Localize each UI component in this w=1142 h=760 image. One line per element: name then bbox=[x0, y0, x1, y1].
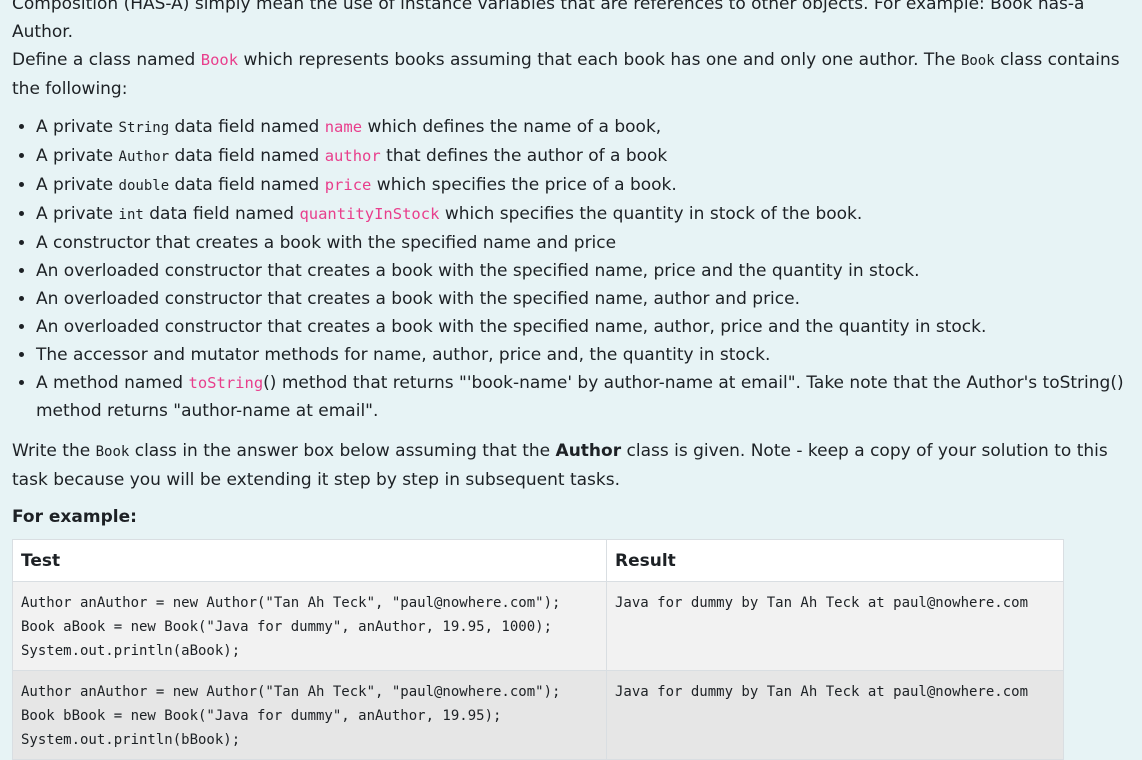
intro-line1: Composition (HAS-A) simply mean the use … bbox=[12, 0, 1085, 42]
examples-table: Test Result Author anAuthor = new Author… bbox=[12, 539, 1064, 760]
instructions-paragraph: Write the Book class in the answer box b… bbox=[12, 441, 1108, 490]
table-header-row: Test Result bbox=[12, 539, 1064, 582]
result-cell: Java for dummy by Tan Ah Teck at paul@no… bbox=[606, 670, 1064, 760]
list-item: The accessor and mutator methods for nam… bbox=[36, 341, 1128, 369]
method-code: toString bbox=[188, 374, 264, 392]
test-column-header: Test bbox=[12, 539, 607, 582]
result-cell: Java for dummy by Tan Ah Teck at paul@no… bbox=[606, 581, 1064, 671]
list-item: An overloaded constructor that creates a… bbox=[36, 257, 1128, 285]
list-item: A constructor that creates a book with t… bbox=[36, 229, 1128, 257]
class-name-code: Book bbox=[200, 51, 239, 69]
field-code: price bbox=[324, 176, 372, 194]
type-code: double bbox=[118, 178, 170, 194]
type-code: int bbox=[118, 207, 144, 223]
example-title: For example: bbox=[12, 507, 137, 527]
test-code-cell: Author anAuthor = new Author("Tan Ah Tec… bbox=[12, 581, 607, 671]
list-item: An overloaded constructor that creates a… bbox=[36, 285, 1128, 313]
list-item: A private double data field named price … bbox=[36, 171, 1128, 200]
question-content: Composition (HAS-A) simply mean the use … bbox=[12, 0, 1128, 760]
list-item: A method named toString() method that re… bbox=[36, 369, 1128, 425]
class-name-code: Book bbox=[95, 444, 130, 460]
type-code: String bbox=[118, 120, 170, 136]
class-name-code: Book bbox=[960, 53, 995, 69]
field-code: quantityInStock bbox=[299, 205, 440, 223]
list-item: A private int data field named quantityI… bbox=[36, 200, 1128, 229]
author-class-bold: Author bbox=[555, 441, 622, 461]
test-code-cell: Author anAuthor = new Author("Tan Ah Tec… bbox=[12, 670, 607, 760]
intro-paragraph: Composition (HAS-A) simply mean the use … bbox=[12, 0, 1128, 103]
result-column-header: Result bbox=[606, 539, 1064, 582]
intro-text: which represents books assuming that eac… bbox=[238, 50, 961, 70]
field-code: name bbox=[324, 118, 363, 136]
intro-text: Define a class named bbox=[12, 50, 201, 70]
field-code: author bbox=[324, 147, 381, 165]
table-row: Author anAuthor = new Author("Tan Ah Tec… bbox=[12, 581, 1064, 671]
list-item: A private String data field named name w… bbox=[36, 113, 1128, 142]
list-item: An overloaded constructor that creates a… bbox=[36, 313, 1128, 341]
table-row: Author anAuthor = new Author("Tan Ah Tec… bbox=[12, 670, 1064, 760]
requirements-list: A private String data field named name w… bbox=[12, 113, 1128, 425]
list-item: A private Author data field named author… bbox=[36, 142, 1128, 171]
type-code: Author bbox=[118, 149, 170, 165]
